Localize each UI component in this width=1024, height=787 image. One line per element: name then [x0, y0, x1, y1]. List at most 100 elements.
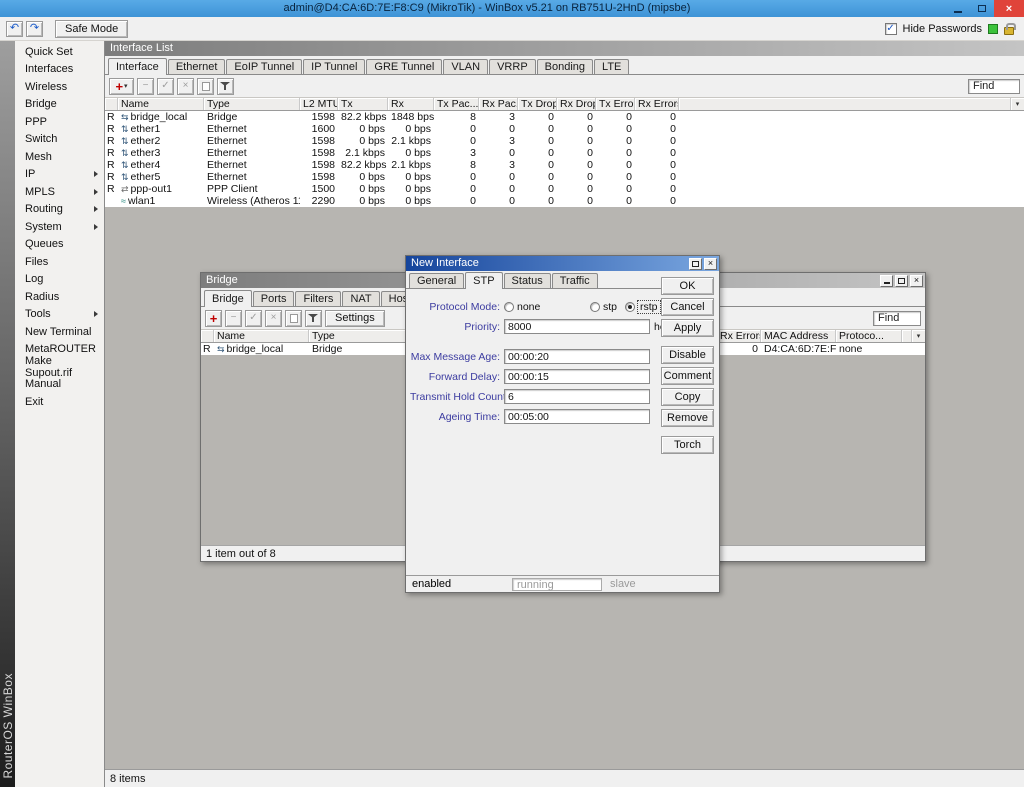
enable-button[interactable]: ✓	[245, 310, 262, 327]
comment-button[interactable]	[197, 78, 214, 95]
ageing-time-input[interactable]	[504, 409, 650, 424]
column-header-rx-drops[interactable]: Rx Drops	[557, 98, 596, 110]
sidebar-item-routing[interactable]: Routing	[15, 201, 104, 219]
radio-option-stp[interactable]: stp	[590, 301, 625, 313]
tab-status[interactable]: Status	[504, 273, 551, 288]
column-header-flags[interactable]	[201, 330, 214, 342]
find-button[interactable]: Find	[873, 311, 921, 326]
radio-option-rstp[interactable]: rstp	[625, 301, 660, 313]
undo-button[interactable]: ↶	[6, 21, 23, 37]
sidebar-item-interfaces[interactable]: Interfaces	[15, 61, 104, 79]
disable-button[interactable]: ×	[265, 310, 282, 327]
table-row-bridge-local[interactable]: R ⇆bridge_local Bridge 1598 82.2 kbps 18…	[105, 111, 1024, 123]
sidebar-item-log[interactable]: Log	[15, 271, 104, 289]
column-header-rx-errors[interactable]: Rx Errors	[635, 98, 679, 110]
column-header-rx-pac[interactable]: Rx Pac...	[479, 98, 518, 110]
column-header-tx[interactable]: Tx	[338, 98, 388, 110]
ok-button[interactable]: OK	[661, 277, 714, 295]
sidebar-item-bridge[interactable]: Bridge	[15, 96, 104, 114]
tab-general[interactable]: General	[409, 273, 464, 288]
comment-button[interactable]	[285, 310, 302, 327]
remove-button[interactable]: −	[225, 310, 242, 327]
tab-bonding[interactable]: Bonding	[537, 59, 593, 74]
add-button[interactable]: +	[205, 310, 222, 327]
sidebar-item-tools[interactable]: Tools	[15, 306, 104, 324]
column-header-type[interactable]: Type	[204, 98, 300, 110]
copy-button[interactable]: Copy	[661, 388, 714, 406]
disable-button[interactable]: Disable	[661, 346, 714, 364]
priority-input[interactable]	[504, 319, 650, 334]
column-header-tx-pac[interactable]: Tx Pac...	[434, 98, 479, 110]
sidebar-item-switch[interactable]: Switch	[15, 131, 104, 149]
column-selector-button[interactable]: ▾	[1010, 98, 1024, 110]
sidebar-item-files[interactable]: Files	[15, 253, 104, 271]
tab-stp[interactable]: STP	[465, 272, 502, 289]
filter-button[interactable]	[305, 310, 322, 327]
maximize-button[interactable]	[970, 0, 994, 17]
comment-button[interactable]: Comment	[661, 367, 714, 385]
tab-bridge[interactable]: Bridge	[204, 290, 252, 307]
interface-list-titlebar[interactable]: Interface List	[105, 41, 1024, 56]
minimize-button[interactable]	[880, 275, 893, 287]
torch-button[interactable]: Torch	[661, 436, 714, 454]
tab-traffic[interactable]: Traffic	[552, 273, 598, 288]
column-header-protocol[interactable]: Protoco...	[836, 330, 902, 342]
tab-vlan[interactable]: VLAN	[443, 59, 488, 74]
table-row-wlan1[interactable]: ≈wlan1 Wireless (Atheros 11N) 2290 0 bps…	[105, 195, 1024, 207]
table-row-ether4[interactable]: R ⇅ether4 Ethernet 1598 82.2 kbps 2.1 kb…	[105, 159, 1024, 171]
sidebar-item-mesh[interactable]: Mesh	[15, 148, 104, 166]
dialog-titlebar[interactable]: New Interface ×	[406, 256, 719, 271]
column-header-name[interactable]: Name	[214, 330, 309, 342]
column-header-rx[interactable]: Rx	[388, 98, 434, 110]
settings-button[interactable]: Settings	[325, 310, 385, 327]
sidebar-item-radius[interactable]: Radius	[15, 288, 104, 306]
sidebar-item-new-terminal[interactable]: New Terminal	[15, 323, 104, 341]
forward-delay-input[interactable]	[504, 369, 650, 384]
add-button[interactable]: +▾	[109, 78, 134, 95]
column-header-flags[interactable]	[105, 98, 118, 110]
column-header-tx-drops[interactable]: Tx Drops	[518, 98, 557, 110]
sidebar-item-system[interactable]: System	[15, 218, 104, 236]
cancel-button[interactable]: Cancel	[661, 298, 714, 316]
apply-button[interactable]: Apply	[661, 319, 714, 337]
tab-interface[interactable]: Interface	[108, 58, 167, 75]
tab-gre-tunnel[interactable]: GRE Tunnel	[366, 59, 442, 74]
table-row-ether2[interactable]: R ⇅ether2 Ethernet 1598 0 bps 2.1 kbps 0…	[105, 135, 1024, 147]
max-message-age-input[interactable]	[504, 349, 650, 364]
column-header-l2mtu[interactable]: L2 MTU	[300, 98, 338, 110]
close-button[interactable]: ×	[994, 0, 1024, 17]
column-header-rx-errors[interactable]: Rx Errors	[717, 330, 761, 342]
close-button[interactable]: ×	[704, 258, 717, 270]
remove-button[interactable]: −	[137, 78, 154, 95]
disable-button[interactable]: ×	[177, 78, 194, 95]
safe-mode-button[interactable]: Safe Mode	[55, 20, 128, 38]
table-row-ppp-out1[interactable]: R ⇄ppp-out1 PPP Client 1500 0 bps 0 bps …	[105, 183, 1024, 195]
sidebar-item-ip[interactable]: IP	[15, 166, 104, 184]
column-header-mac-address[interactable]: MAC Address	[761, 330, 836, 342]
table-row-ether5[interactable]: R ⇅ether5 Ethernet 1598 0 bps 0 bps 0 0 …	[105, 171, 1024, 183]
tab-vrrp[interactable]: VRRP	[489, 59, 536, 74]
column-header-tx-errors[interactable]: Tx Errors	[596, 98, 635, 110]
tab-eoip-tunnel[interactable]: EoIP Tunnel	[226, 59, 302, 74]
sidebar-item-queues[interactable]: Queues	[15, 236, 104, 254]
hide-passwords-checkbox[interactable]: ✓	[885, 23, 897, 35]
sidebar-item-exit[interactable]: Exit	[15, 393, 104, 411]
radio-option-none[interactable]: none	[504, 301, 590, 313]
find-button[interactable]: Find	[968, 79, 1020, 94]
remove-button[interactable]: Remove	[661, 409, 714, 427]
tab-ports[interactable]: Ports	[253, 291, 295, 306]
tab-ip-tunnel[interactable]: IP Tunnel	[303, 59, 365, 74]
enable-button[interactable]: ✓	[157, 78, 174, 95]
sidebar-item-ppp[interactable]: PPP	[15, 113, 104, 131]
close-button[interactable]: ×	[910, 275, 923, 287]
minimize-button[interactable]	[946, 0, 970, 17]
maximize-button[interactable]	[895, 275, 908, 287]
sidebar-item-mpls[interactable]: MPLS	[15, 183, 104, 201]
column-header-name[interactable]: Name	[118, 98, 204, 110]
sidebar-item-quick-set[interactable]: Quick Set	[15, 43, 104, 61]
tab-ethernet[interactable]: Ethernet	[168, 59, 226, 74]
redo-button[interactable]: ↷	[26, 21, 43, 37]
column-selector-button[interactable]: ▾	[911, 330, 925, 342]
sidebar-item-make-supout[interactable]: Make Supout.rif	[15, 358, 104, 376]
transmit-hold-count-input[interactable]	[504, 389, 650, 404]
